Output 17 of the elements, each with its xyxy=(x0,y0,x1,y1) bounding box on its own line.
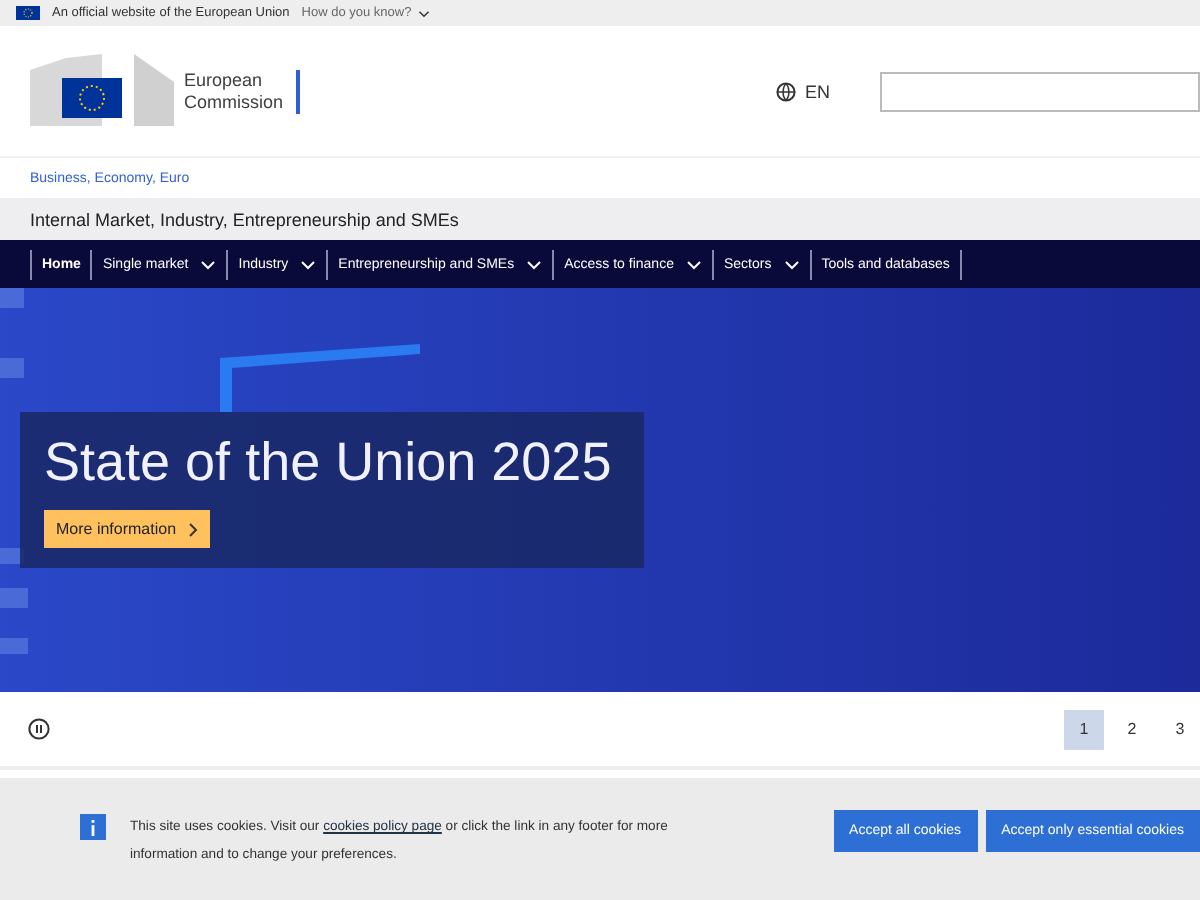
site-name: Internal Market, Industry, Entrepreneurship and SMEs xyxy=(30,209,459,229)
logo-text: European xyxy=(184,69,265,91)
globe-icon[interactable] xyxy=(776,81,797,101)
page-button[interactable]: 2 xyxy=(1112,709,1152,749)
hero-title: State of the Union 2025 xyxy=(44,432,614,494)
eu-flag-icon xyxy=(16,6,40,20)
info-icon xyxy=(80,814,106,840)
search-field[interactable] xyxy=(880,71,1200,111)
page-button[interactable]: 3 xyxy=(1160,709,1200,749)
chevron-down-icon xyxy=(417,9,430,17)
logo-text: Commission xyxy=(184,91,284,113)
chevron-right-icon xyxy=(188,521,199,537)
language-label[interactable]: EN xyxy=(804,81,830,101)
page-button[interactable]: 1 xyxy=(1064,709,1104,749)
pause-icon[interactable] xyxy=(28,718,50,740)
more-information-button[interactable]: More information xyxy=(44,510,211,548)
commission-logo[interactable] xyxy=(30,53,180,129)
